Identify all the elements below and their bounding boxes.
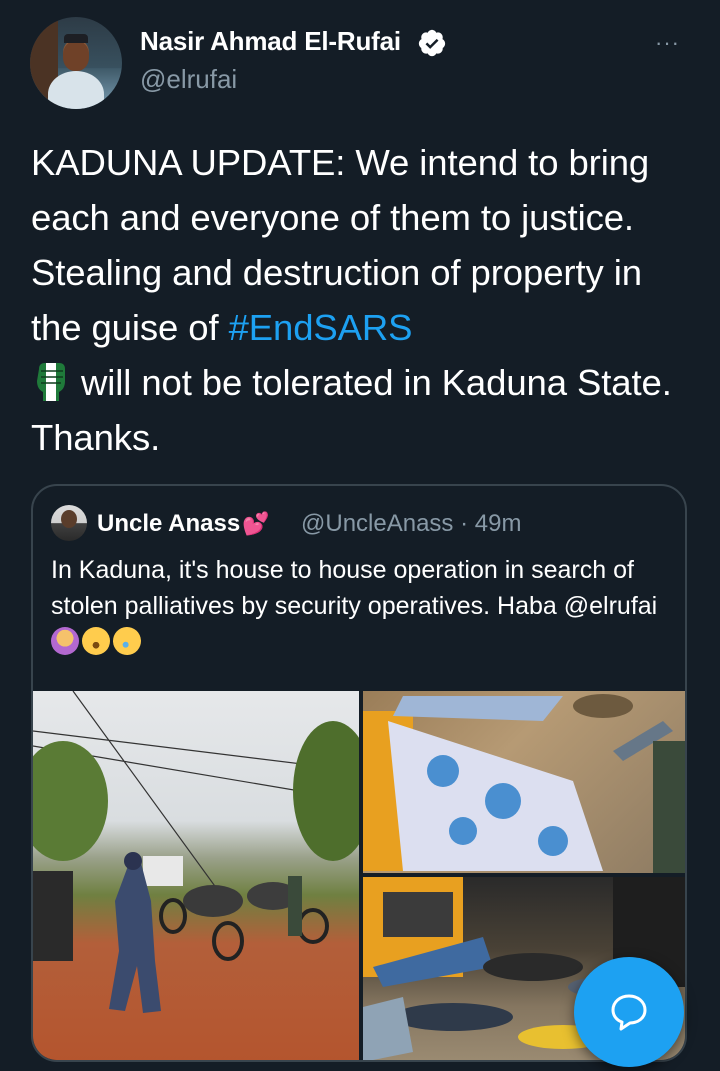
quoted-author-avatar[interactable] <box>51 505 87 541</box>
photo-mattresses[interactable] <box>363 691 685 873</box>
author-name[interactable]: Nasir Ahmad El-Rufai <box>140 26 401 57</box>
compose-fab-button[interactable] <box>574 957 684 1067</box>
hashtag-link[interactable]: #EndSARS <box>229 307 413 348</box>
two-hearts-emoji: 💕 <box>242 511 270 536</box>
quoted-text-body: In Kaduna, it's house to house operation… <box>51 556 658 620</box>
more-options-icon[interactable]: ··· <box>655 30 680 56</box>
raised-fist-nigeria-emoji-icon <box>37 363 65 401</box>
avatar-cap <box>64 34 88 43</box>
quoted-tweet-text: In Kaduna, it's house to house operation… <box>51 552 671 660</box>
avatar-robe <box>48 71 104 109</box>
author-handle[interactable]: @elrufai <box>140 64 237 95</box>
avatar-face <box>63 41 89 71</box>
photo-street-operation[interactable] <box>33 691 359 1060</box>
street-photo-art <box>33 691 359 1013</box>
quoted-author-name-text: Uncle Anass <box>97 510 241 537</box>
tweet-text: KADUNA UPDATE: We intend to bring each a… <box>31 135 696 465</box>
astonished-face-emoji <box>82 627 110 655</box>
author-avatar[interactable] <box>30 17 122 109</box>
quoted-avatar-face <box>61 510 77 528</box>
woman-gesturing-no-emoji <box>51 627 79 655</box>
mattress-photo-art <box>363 694 685 873</box>
speech-bubble-icon <box>611 994 647 1031</box>
quoted-author-name[interactable]: Uncle Anass💕 <box>97 510 270 538</box>
tweet-container: Nasir Ahmad El-Rufai @elrufai ··· KADUNA… <box>0 0 720 1071</box>
tweet-text-end: will not be tolerated in Kaduna State. T… <box>31 362 672 458</box>
quoted-handle-time[interactable]: @UncleAnass · 49m <box>301 510 521 538</box>
rolling-laughing-emoji <box>108 622 146 660</box>
verified-badge-icon <box>418 29 446 57</box>
